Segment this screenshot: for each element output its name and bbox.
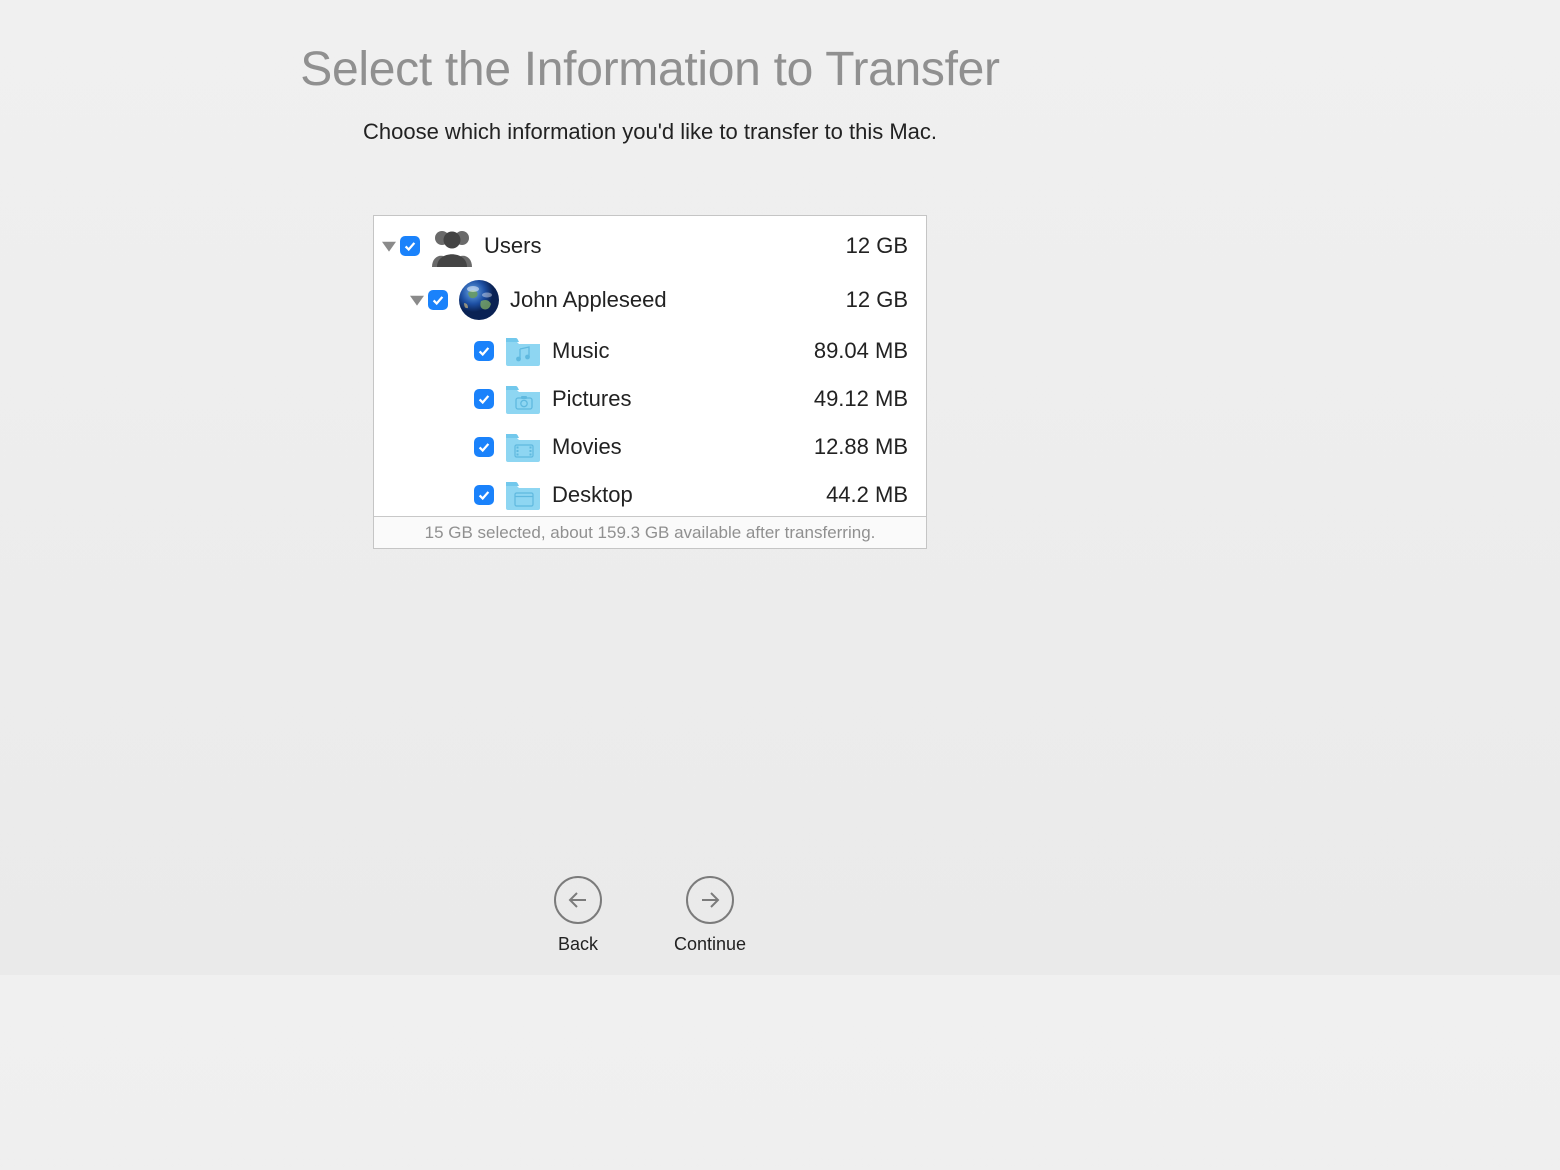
earth-avatar-icon [458,279,500,321]
back-label: Back [558,934,598,955]
checkbox-users[interactable] [400,236,420,256]
page-subtitle: Choose which information you'd like to t… [363,119,937,145]
footer-nav: Back Continue [0,876,1300,955]
users-group-icon [430,225,474,267]
tree-size: 44.2 MB [826,482,908,508]
tree-size: 12.88 MB [814,434,908,460]
selection-tree[interactable]: Users 12 GB [374,216,926,516]
tree-label: Desktop [552,482,826,508]
tree-label: John Appleseed [510,287,846,313]
tree-row-music[interactable]: Music 89.04 MB [374,327,926,375]
checkbox-music[interactable] [474,341,494,361]
tree-size: 89.04 MB [814,338,908,364]
selection-panel: Users 12 GB [373,215,927,549]
tree-label: Users [484,233,846,259]
tree-label: Pictures [552,386,814,412]
tree-row-pictures[interactable]: Pictures 49.12 MB [374,375,926,423]
tree-size: 12 GB [846,233,908,259]
disclosure-triangle[interactable] [410,293,424,307]
status-bar: 15 GB selected, about 159.3 GB available… [374,516,926,548]
music-folder-icon [504,335,542,367]
migration-assistant-window: Select the Information to Transfer Choos… [0,0,1300,975]
pictures-folder-icon [504,383,542,415]
checkbox-pictures[interactable] [474,389,494,409]
desktop-folder-icon [504,479,542,511]
tree-row-movies[interactable]: Movies 12.88 MB [374,423,926,471]
checkbox-movies[interactable] [474,437,494,457]
checkbox-desktop[interactable] [474,485,494,505]
tree-size: 12 GB [846,287,908,313]
back-button[interactable]: Back [554,876,602,955]
tree-size: 49.12 MB [814,386,908,412]
continue-label: Continue [674,934,746,955]
forward-arrow-icon [686,876,734,924]
checkbox-user[interactable] [428,290,448,310]
page-title: Select the Information to Transfer [300,42,1000,97]
tree-row-desktop[interactable]: Desktop 44.2 MB [374,471,926,516]
continue-button[interactable]: Continue [674,876,746,955]
tree-label: Movies [552,434,814,460]
tree-row-user[interactable]: John Appleseed 12 GB [374,273,926,327]
status-text: 15 GB selected, about 159.3 GB available… [425,523,876,543]
disclosure-triangle[interactable] [382,239,396,253]
back-arrow-icon [554,876,602,924]
movies-folder-icon [504,431,542,463]
tree-row-users[interactable]: Users 12 GB [374,218,926,273]
tree-label: Music [552,338,814,364]
